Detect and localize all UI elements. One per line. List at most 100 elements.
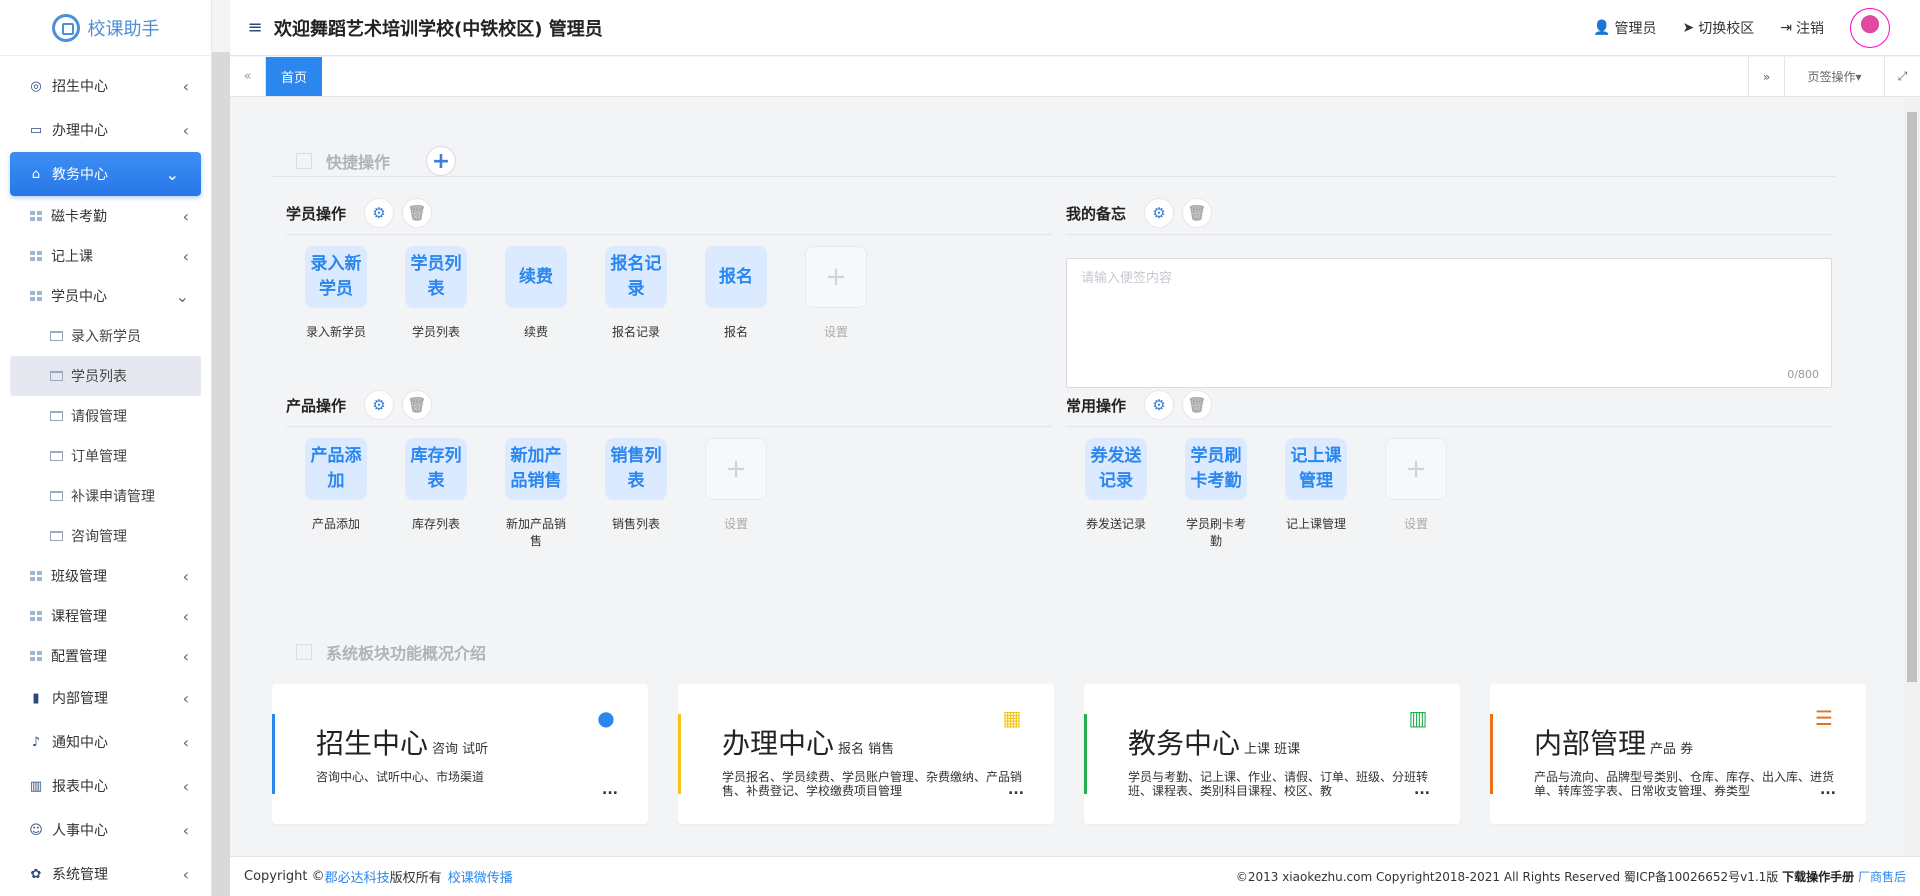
sidebar-item-label: 招生中心 (52, 79, 108, 95)
sidebar-item-label: 教务中心 (52, 167, 108, 183)
sidebar-item-academic[interactable]: ⌂ 教务中心 ⌄ (10, 152, 201, 196)
tile-settings[interactable]: + 设置 (786, 246, 886, 341)
card-accent (678, 714, 681, 794)
page-ops-dropdown[interactable]: 页签操作 ▾ (1784, 57, 1884, 96)
sidebar-item-label: 内部管理 (52, 691, 108, 707)
tile-sales-list[interactable]: 销售列表 销售列表 (586, 438, 686, 550)
tile-product-add[interactable]: 产品添加 产品添加 (286, 438, 386, 550)
tile-class-record-mgmt[interactable]: 记上课管理 记上课管理 (1266, 438, 1366, 550)
content-scrollbar[interactable] (1904, 98, 1920, 856)
tab-scroll-right-icon[interactable]: » (1748, 57, 1784, 96)
card-handling[interactable]: ▦ 办理中心 报名 销售 学员报名、学员续费、学员账户管理、杂费缴纳、产品销售、补… (678, 684, 1054, 824)
logout-button[interactable]: ⇥ 注销 (1780, 18, 1824, 38)
sidebar-item-label: 记上课 (51, 249, 93, 265)
stack-icon: ☰ (1815, 706, 1833, 730)
tile-settings[interactable]: + 设置 (1366, 438, 1466, 550)
tile-new-product-sale[interactable]: 新加产品销售 新加产品销售 (486, 438, 586, 550)
tile-student-list[interactable]: 学员列表 学员列表 (386, 246, 486, 341)
tile-label: 续费 (523, 325, 548, 339)
more-dots[interactable]: ... (1820, 782, 1836, 798)
tab-home[interactable]: 首页 (266, 57, 323, 96)
brand-link[interactable]: 校课微传播 (448, 867, 513, 886)
chevron-left-icon: ‹ (182, 120, 189, 140)
gear-icon[interactable]: ⚙ (364, 390, 395, 420)
card-title: 办理中心 报名 销售 (722, 722, 894, 762)
sidebar-item-student-center[interactable]: 学员中心 ⌄ (0, 276, 211, 316)
common-ops-title: 常用操作 (1066, 396, 1127, 415)
sidebar-item-reports[interactable]: ▥ 报表中心 ‹ (0, 764, 211, 808)
sidebar-item-classes[interactable]: 班级管理 ‹ (0, 556, 211, 596)
sidebar-item-admissions[interactable]: ◎ 招生中心 ‹ (0, 64, 211, 108)
logo[interactable]: 校课助手 (0, 0, 211, 56)
tile-card-attendance[interactable]: 学员刷卡考勤 学员刷卡考勤 (1166, 438, 1266, 550)
sidebar-scrollbar[interactable] (212, 52, 230, 896)
trash-icon[interactable]: 🗑 (402, 198, 433, 228)
switch-campus-button[interactable]: ➤ 切换校区 (1683, 18, 1755, 38)
sidebar-item-config[interactable]: 配置管理 ‹ (0, 636, 211, 676)
overview-header: 系统板块功能概况介绍 (296, 640, 486, 664)
card-internal[interactable]: ☰ 内部管理 产品 券 产品与流向、品牌型号类别、仓库、库存、出入库、进货单、转库… (1490, 684, 1866, 824)
sidebar-item-student-list[interactable]: 学员列表 (10, 356, 201, 396)
fullscreen-icon[interactable]: ⤢ (1884, 57, 1920, 96)
tile-label: 库存列表 (411, 517, 460, 531)
sidebar-item-hr[interactable]: ☺ 人事中心 ‹ (0, 808, 211, 852)
memo-header: 我的备忘 ⚙ 🗑 (1066, 198, 1213, 228)
card-admissions[interactable]: ● 招生中心 咨询 试听 咨询中心、试听中心、市场渠道 ... (272, 684, 648, 824)
user-menu[interactable]: 👤 管理员 (1593, 18, 1656, 38)
scroll-thumb[interactable] (1907, 112, 1917, 682)
gear-icon[interactable]: ⚙ (364, 198, 395, 228)
sidebar-item-label: 班级管理 (51, 569, 107, 585)
tile-settings[interactable]: + 设置 (686, 438, 786, 550)
trash-icon[interactable]: 🗑 (1182, 390, 1213, 420)
sidebar-item-notify[interactable]: ♪ 通知中心 ‹ (0, 720, 211, 764)
sidebar-item-makeup[interactable]: 补课申请管理 (0, 476, 211, 516)
after-sales-link[interactable]: 厂商售后 (1858, 870, 1906, 884)
tab-scroll-left-icon[interactable]: « (230, 57, 266, 96)
memo-textarea[interactable]: 请输入便签内容 0/800 (1066, 258, 1832, 388)
card-subtitle: 咨询 试听 (432, 742, 489, 757)
tile-renew[interactable]: 续费 续费 (486, 246, 586, 341)
tile-enroll-records[interactable]: 报名记录 报名记录 (586, 246, 686, 341)
sidebar-item-add-student[interactable]: 录入新学员 (0, 316, 211, 356)
sidebar-item-system[interactable]: ✿ 系统管理 ‹ (0, 852, 211, 896)
common-ops-tiles: 券发送记录 券发送记录 学员刷卡考勤 学员刷卡考勤 记上课管理 记上课管理 + 设置 (1066, 438, 1466, 550)
tile-icon: 录入新学员 (305, 246, 367, 308)
more-dots[interactable]: ... (1414, 782, 1430, 798)
more-dots[interactable]: ... (1008, 782, 1024, 798)
sidebar-item-card-attendance[interactable]: 磁卡考勤 ‹ (0, 196, 211, 236)
caret-down-icon: ▾ (1855, 69, 1862, 84)
tile-add-student[interactable]: 录入新学员 录入新学员 (286, 246, 386, 341)
tile-icon: 券发送记录 (1085, 438, 1147, 500)
trash-icon[interactable]: 🗑 (1182, 198, 1213, 228)
tile-stock-list[interactable]: 库存列表 库存列表 (386, 438, 486, 550)
sidebar-item-handling[interactable]: ▭ 办理中心 ‹ (0, 108, 211, 152)
tile-coupon-records[interactable]: 券发送记录 券发送记录 (1066, 438, 1166, 550)
manual-link[interactable]: 下载操作手册 (1782, 870, 1854, 884)
divider (286, 426, 1052, 427)
student-ops-header: 学员操作 ⚙ 🗑 (286, 198, 433, 228)
add-shortcut-button[interactable]: + (426, 146, 457, 176)
tile-enroll[interactable]: 报名 报名 (686, 246, 786, 341)
company-link[interactable]: 郡必达科技 (325, 867, 390, 886)
more-dots[interactable]: ... (602, 782, 618, 798)
sidebar-item-courses[interactable]: 课程管理 ‹ (0, 596, 211, 636)
chevron-down-icon: ⌄ (175, 286, 189, 306)
sidebar-item-label: 学员中心 (51, 289, 107, 305)
logout-icon: ⇥ (1780, 19, 1792, 36)
gear-icon[interactable]: ⚙ (1144, 390, 1175, 420)
product-ops-header: 产品操作 ⚙ 🗑 (286, 390, 433, 420)
sidebar-item-internal[interactable]: ▮ 内部管理 ‹ (0, 676, 211, 720)
card-accent (272, 714, 275, 794)
sidebar-item-leave[interactable]: 请假管理 (0, 396, 211, 436)
card-academic[interactable]: ▥ 教务中心 上课 班课 学员与考勤、记上课、作业、请假、订单、班级、分班转班、课… (1084, 684, 1460, 824)
tile-icon: 产品添加 (305, 438, 367, 500)
sidebar-item-label: 学员列表 (71, 369, 127, 385)
sidebar-item-orders[interactable]: 订单管理 (0, 436, 211, 476)
trash-icon[interactable]: 🗑 (402, 390, 433, 420)
menu-toggle-icon[interactable]: ≡ (240, 17, 270, 38)
sidebar-item-label: 人事中心 (52, 823, 108, 839)
sidebar-item-record-class[interactable]: 记上课 ‹ (0, 236, 211, 276)
gear-icon[interactable]: ⚙ (1144, 198, 1175, 228)
sidebar-item-consult[interactable]: 咨询管理 (0, 516, 211, 556)
avatar[interactable] (1850, 7, 1890, 48)
